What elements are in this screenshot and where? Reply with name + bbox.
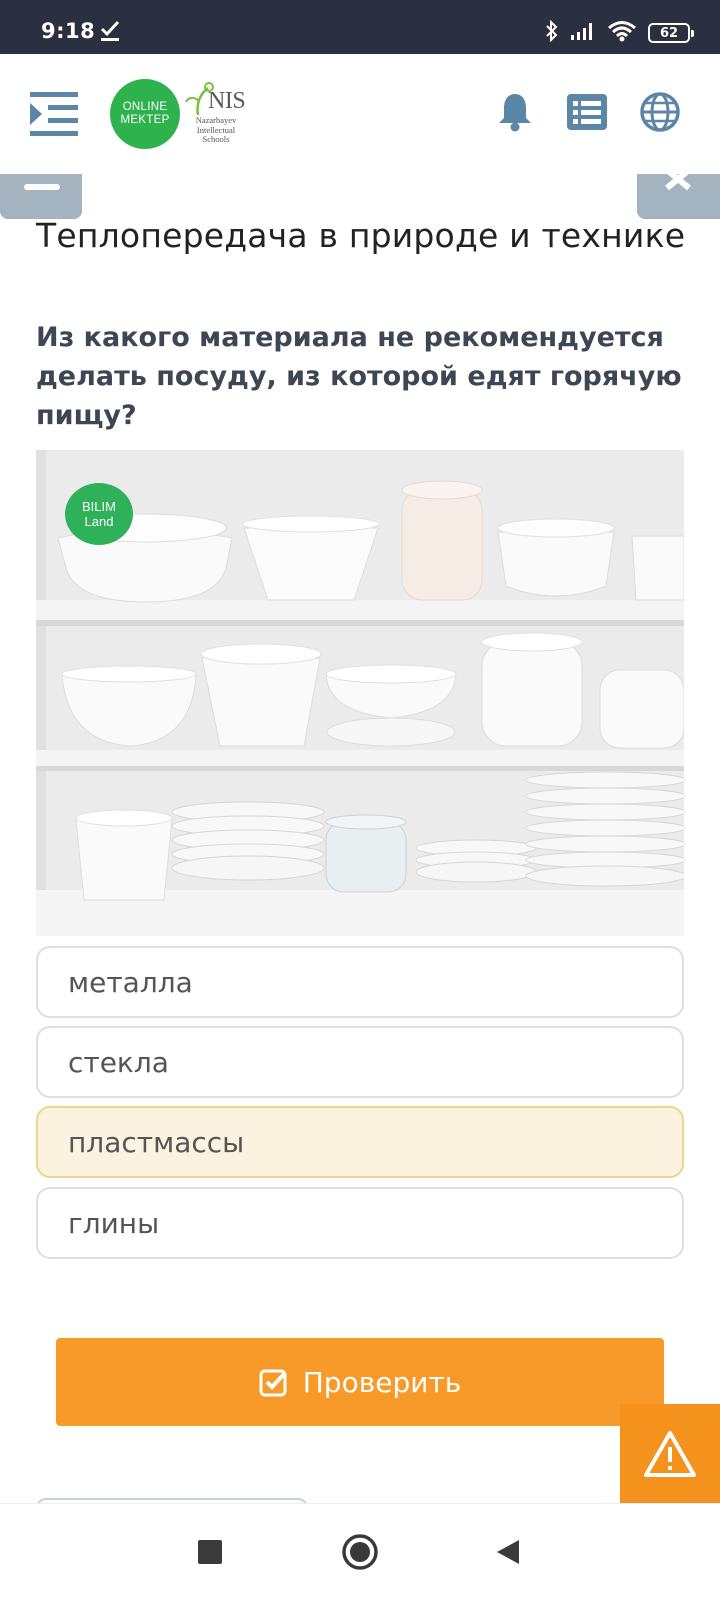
notifications-button[interactable] [493,90,537,134]
question-image [36,450,684,936]
close-panel-tab[interactable] [637,174,720,219]
logo-online-text: ONLINE [122,101,168,113]
close-icon [665,174,691,191]
collapse-panel-tab[interactable] [0,174,82,219]
nis-sub-line: Schools [202,134,230,144]
check-answer-button[interactable]: Проверить [56,1338,664,1426]
menu-indent-icon [30,92,78,136]
recents-button[interactable] [188,1530,232,1574]
dishes-shelf-illustration [36,450,684,936]
home-button[interactable] [338,1530,382,1574]
signal-icon [570,21,596,45]
logo-mektep-text: MEKTEP [120,114,170,126]
battery-indicator: 62 [648,23,694,43]
nis-subtitle: Nazarbayev Intellectual Schools [184,115,248,145]
bell-icon [499,94,531,132]
bluetooth-icon [545,19,559,46]
back-button[interactable] [486,1530,530,1574]
wifi-icon [607,20,637,46]
list-icon [567,94,607,130]
lesson-title: Теплопередача в природе и технике [36,216,686,255]
land-text: Land [84,514,114,529]
nis-logo: NIS Nazarbayev Intellectual Schools [184,82,246,148]
nis-title: NIS [208,88,246,114]
report-problem-button[interactable] [620,1404,720,1504]
app-header: ONLINE MEKTEP NIS Nazarbayev Intellectua… [0,54,720,170]
answer-option-selected[interactable]: пластмассы [36,1106,684,1178]
status-time: 9:18 [41,19,96,43]
checkbox-check-icon [259,1369,287,1397]
status-icons: 62 [545,19,694,46]
answer-option[interactable]: глины [36,1187,684,1259]
bilimland-watermark: BILIM Land [65,483,133,545]
globe-icon [640,92,680,132]
system-navigation-bar [0,1503,720,1600]
warning-icon [644,1431,696,1477]
answer-option[interactable]: металла [36,946,684,1018]
check-button-label: Проверить [302,1365,462,1399]
download-complete-icon [100,20,120,46]
question-text: Из какого материала не рекомендуется дел… [36,322,682,431]
online-mektep-logo[interactable]: ONLINE MEKTEP [110,79,180,149]
circle-home-icon [342,1534,378,1570]
status-bar: 9:18 62 [0,0,720,54]
square-icon [198,1540,222,1564]
answer-option[interactable]: стекла [36,1026,684,1098]
language-button[interactable] [638,90,682,134]
menu-button[interactable] [30,90,80,138]
minus-icon [24,184,60,190]
app-screen: 9:18 62 ONLINE MEKTEP NIS Nazarbayev Int… [0,0,720,1600]
bilim-text: BILIM [82,499,116,514]
lessons-list-button[interactable] [565,90,609,134]
triangle-back-icon [497,1540,519,1564]
